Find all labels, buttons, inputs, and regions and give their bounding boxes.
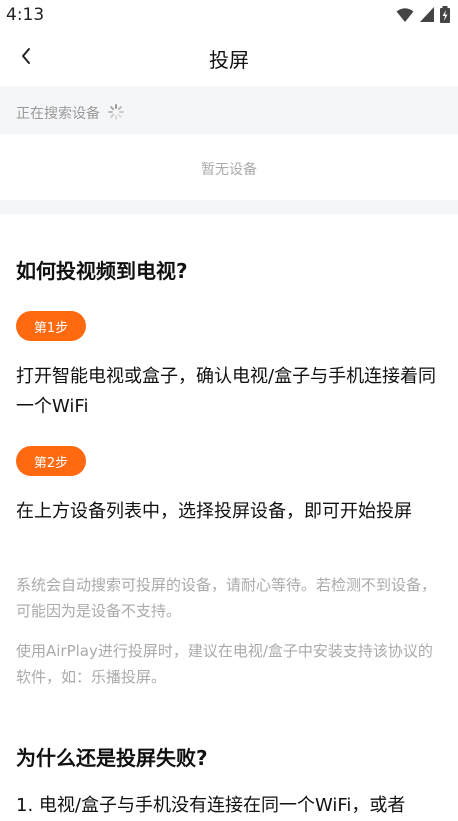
step-2-badge: 第2步: [16, 446, 86, 476]
page-title: 投屏: [209, 48, 249, 72]
status-icons: [396, 6, 450, 23]
empty-devices-text: 暂无设备: [201, 162, 257, 178]
step-1-badge: 第1步: [16, 311, 86, 341]
note-1: 系统会自动搜索可投屏的设备，请耐心等待。若检测不到设备，可能因为是设备不支持。: [16, 576, 437, 620]
loading-spinner-icon: [108, 104, 124, 120]
nav-bar: 投屏: [0, 30, 458, 84]
guide-title: 如何投视频到电视?: [16, 259, 188, 283]
device-list: 暂无设备: [0, 134, 458, 200]
section-divider: [0, 200, 458, 214]
wifi-icon: [396, 7, 414, 22]
faq-title: 为什么还是投屏失败?: [16, 746, 208, 770]
battery-charging-icon: [440, 6, 450, 23]
search-status-bar: 正在搜索设备: [0, 86, 458, 134]
search-status-label: 正在搜索设备: [16, 106, 100, 122]
step-2-text: 在上方设备列表中，选择投屏设备，即可开始投屏: [16, 501, 412, 522]
signal-icon: [420, 7, 434, 22]
note-2: 使用AirPlay进行投屏时，建议在电视/盒子中安装支持该协议的软件，如：乐播投…: [16, 642, 433, 686]
status-bar: 4:13: [0, 0, 458, 30]
status-time: 4:13: [6, 5, 45, 25]
faq-item-1: 1. 电视/盒子与手机没有连接在同一个WiFi，或者: [16, 795, 406, 816]
step-1-text: 打开智能电视或盒子，确认电视/盒子与手机连接着同一个WiFi: [16, 366, 437, 417]
